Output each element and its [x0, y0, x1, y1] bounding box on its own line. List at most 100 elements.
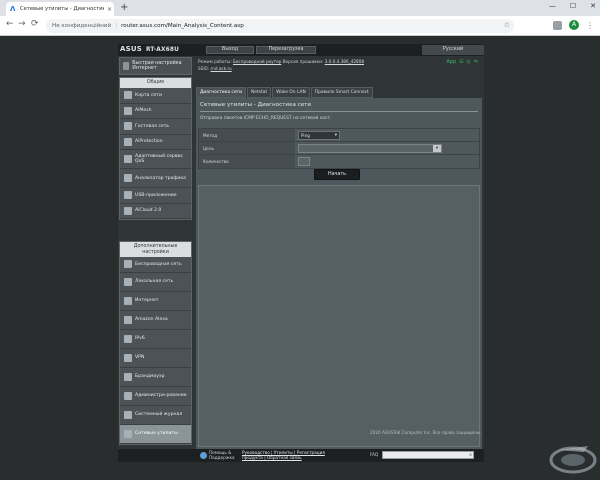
network-tools-icon [124, 429, 132, 438]
footer-links-line2[interactable]: продукта | Обратная связь [242, 455, 325, 460]
tab-netstat[interactable]: Netstat [246, 87, 272, 98]
alexa-icon [124, 315, 132, 324]
count-input[interactable] [298, 157, 310, 166]
faq-search-input[interactable]: ⌕ [382, 451, 474, 459]
sidebar-item-label: Amazon Alexa [135, 317, 168, 322]
usb-status-icon[interactable]: ⇋ [474, 59, 478, 65]
bookmark-star-icon[interactable]: ☆ [504, 21, 510, 29]
profile-avatar[interactable]: A [569, 20, 579, 30]
admin-icon [124, 391, 132, 400]
mode-link[interactable]: Беспроводной роутер [233, 59, 281, 64]
minimize-icon[interactable]: — [549, 2, 556, 10]
chevron-down-icon: ▾ [334, 133, 337, 138]
new-tab-button[interactable]: + [120, 3, 128, 13]
globe-status-icon[interactable]: ◎ [466, 59, 470, 65]
count-label: Количество [199, 155, 295, 168]
output-textarea[interactable] [198, 185, 480, 447]
help-icon [200, 451, 207, 459]
firmware-link[interactable]: 3.0.0.4.386_42808 [325, 59, 364, 64]
method-value: Ping [301, 133, 310, 138]
sidebar-item-system-log[interactable]: Системный журнал [120, 406, 191, 425]
app-label[interactable]: App [446, 59, 456, 65]
extension-icon[interactable] [553, 20, 562, 30]
traffic-analyzer-icon [124, 174, 132, 182]
sidebar-item-label: Анализатор трафика [135, 175, 186, 181]
url-input[interactable]: Не конфиденційний | router.asus.com/Main… [46, 19, 514, 33]
shield-icon [124, 137, 132, 146]
close-tab-icon[interactable]: × [107, 6, 112, 13]
qos-icon [124, 155, 132, 163]
ssid-label: SSID: [198, 66, 210, 71]
window-close-icon[interactable]: ✕ [590, 2, 596, 10]
target-dropdown-icon[interactable]: ▾ [433, 145, 441, 152]
forward-icon[interactable]: → [18, 20, 26, 29]
url-text: router.asus.com/Main_Analysis_Content.as… [121, 23, 244, 29]
aimesh-icon [124, 106, 132, 115]
sidebar-item-label: Администри-рование [135, 393, 187, 398]
sidebar-item-label: Сетевые утилиты [135, 431, 178, 436]
method-select[interactable]: Ping ▾ [298, 131, 340, 140]
search-icon[interactable]: ⌕ [469, 452, 472, 458]
asus-logo: ASUS RT-AX68U [120, 45, 179, 53]
not-secure-label[interactable]: Не конфиденційний [52, 23, 111, 29]
sidebar-item-qos[interactable]: Адаптивный сервис QoS [120, 150, 191, 169]
settings-form: Метод Ping ▾ Цель ▾ Количество [198, 128, 480, 169]
sidebar-item-usb-app[interactable]: USB-приложение [120, 188, 191, 204]
sidebar-item-guest-network[interactable]: Гостевая сеть [120, 119, 191, 135]
copyright-text: 2020 ASUSTeK Computer Inc. Все права защ… [370, 430, 482, 435]
quick-setup-button[interactable]: Быстрая настройка Интернет [119, 57, 192, 75]
count-row: Количество [199, 155, 479, 168]
tab-wake-on-lan[interactable]: Wake On LAN [272, 87, 310, 98]
firewall-icon [124, 372, 132, 381]
sidebar-item-label: Брандмауэр [135, 374, 165, 379]
back-icon[interactable]: ← [6, 20, 14, 29]
ssid-link[interactable]: rnd.ask.ru [211, 66, 232, 71]
logout-button[interactable]: Выход [206, 46, 254, 54]
asus-favicon-icon: Λ [10, 4, 16, 13]
sidebar-item-network-map[interactable]: Карта сети [120, 88, 191, 104]
cloud-icon [124, 206, 132, 215]
sidebar-item-aicloud[interactable]: AiCloud 2.0 [120, 204, 191, 219]
sidebar-item-traffic-analyzer[interactable]: Анализатор трафика [120, 169, 191, 188]
browser-tab[interactable]: Λ Сетевые утилиты - Диагностика сети × [6, 2, 114, 16]
footer-links[interactable]: Руководство | Утилиты | Регистрация прод… [242, 450, 325, 461]
sidebar-item-wireless[interactable]: Беспроводная сеть [120, 257, 191, 273]
sidebar-item-ipv6[interactable]: IPv6 [120, 330, 191, 349]
target-input[interactable]: ▾ [298, 144, 442, 153]
sidebar-item-label: Интернет [135, 298, 159, 303]
sidebar-item-administration[interactable]: Администри-рование [120, 387, 191, 406]
log-icon [124, 410, 132, 419]
sidebar-item-lan[interactable]: Локальная сеть [120, 273, 191, 292]
sidebar-item-alexa[interactable]: Amazon Alexa [120, 311, 191, 330]
help-support-link[interactable]: Помощь & Поддержка [200, 450, 243, 460]
browser-tab-strip: Λ Сетевые утилиты - Диагностика сети × +… [0, 0, 600, 16]
help-label: Помощь & Поддержка [209, 450, 235, 460]
sidebar-item-label: IPv6 [135, 336, 145, 341]
sidebar-item-label: Системный журнал [135, 412, 183, 417]
ipv6-icon [124, 334, 132, 343]
sidebar-item-firewall[interactable]: Брандмауэр [120, 368, 191, 387]
browser-menu-icon[interactable]: ⋮ [586, 21, 594, 30]
sidebar-item-aimesh[interactable]: AiMesh [120, 104, 191, 119]
reload-icon[interactable]: ⟳ [31, 20, 39, 29]
language-select[interactable]: Русский [422, 45, 484, 55]
sidebar-item-label: Беспроводная сеть [135, 261, 182, 267]
sidebar-item-network-tools[interactable]: Сетевые утилиты [120, 424, 191, 444]
vpn-icon [124, 353, 132, 362]
sidebar-item-vpn[interactable]: VPN [120, 349, 191, 368]
reboot-button[interactable]: Перезагрузка [256, 46, 316, 54]
status-info: Режим работы: Беспроводной роутер Версия… [198, 57, 484, 75]
network-status-icon[interactable]: ⊟ [459, 59, 463, 65]
sidebar-item-label: AiCloud 2.0 [135, 208, 162, 214]
status-icons: App ⊟ ◎ ⇋ [446, 59, 478, 65]
tab-network-analysis[interactable]: Диагностика сети [196, 87, 246, 98]
usb-icon [124, 191, 132, 200]
main-content: Диагностика сети Netstat Wake On LAN Пра… [196, 87, 482, 449]
start-button[interactable]: Начать [314, 169, 360, 180]
sidebar-item-aiprotection[interactable]: AiProtection [120, 135, 191, 150]
maximize-icon[interactable]: ☐ [570, 2, 576, 10]
tab-smart-connect[interactable]: Правило Smart Connect [310, 87, 373, 98]
target-label: Цель [199, 142, 295, 154]
method-row: Метод Ping ▾ [199, 129, 479, 142]
sidebar-item-wan[interactable]: Интернет [120, 292, 191, 311]
